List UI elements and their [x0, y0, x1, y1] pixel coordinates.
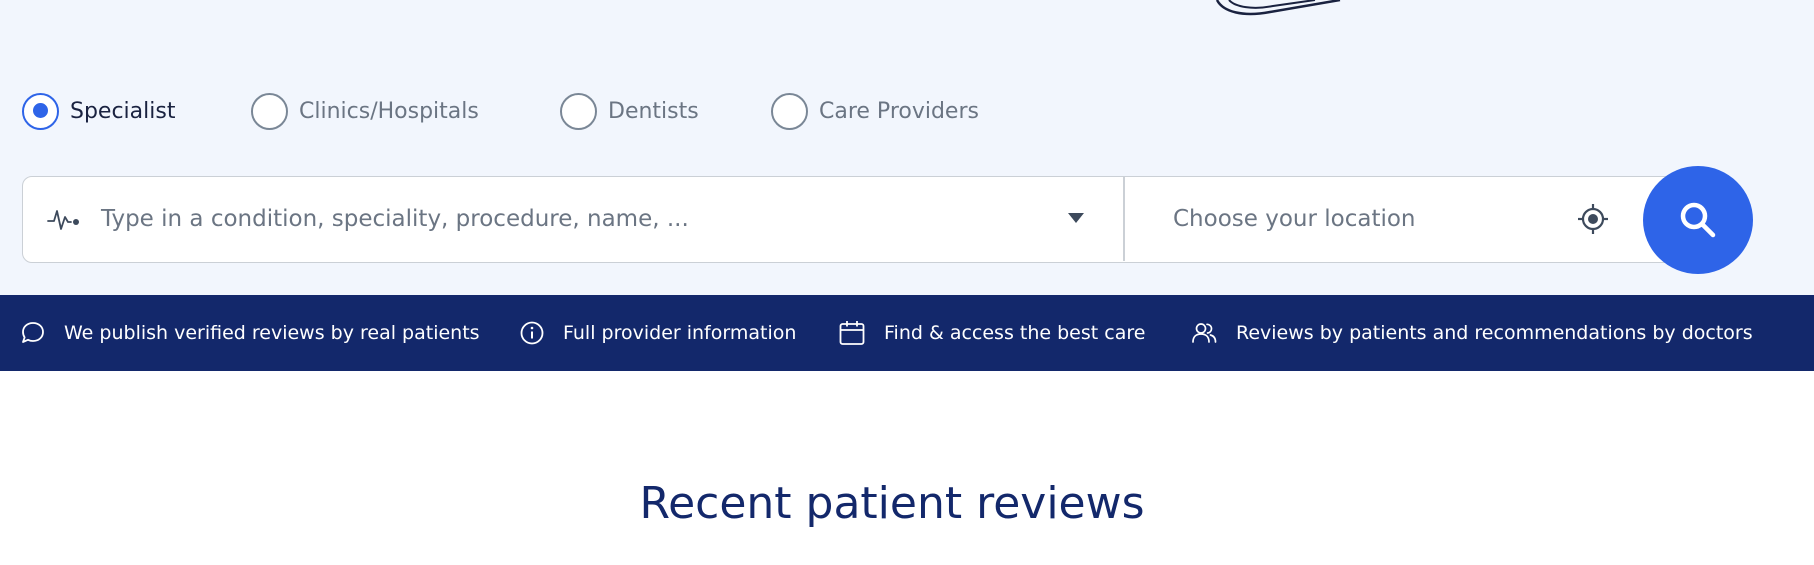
search-form: Type in a condition, speciality, procedu…: [22, 176, 1687, 263]
radio-label: Dentists: [608, 98, 699, 124]
radio-indicator[interactable]: [560, 92, 597, 130]
location-input[interactable]: Choose your location: [1125, 177, 1665, 261]
users-icon: [1192, 323, 1217, 343]
radio-care-providers[interactable]: Care Providers: [771, 91, 979, 131]
radio-indicator[interactable]: [251, 92, 288, 130]
radio-label: Specialist: [70, 98, 176, 124]
info-icon: [520, 321, 544, 345]
radio-dentists[interactable]: Dentists: [560, 91, 699, 131]
pulse-icon: [47, 210, 79, 230]
radio-clinics-hospitals[interactable]: Clinics/Hospitals: [251, 91, 479, 131]
location-placeholder: Choose your location: [1173, 206, 1416, 232]
calendar-icon: [839, 321, 865, 345]
trust-item-best-care: Find & access the best care: [838, 295, 1145, 371]
radio-indicator[interactable]: [771, 92, 808, 130]
condition-placeholder: Type in a condition, speciality, procedu…: [101, 206, 689, 232]
radio-indicator[interactable]: [22, 92, 59, 130]
search-hero: Specialist Clinics/Hospitals Dentists Ca…: [0, 0, 1814, 295]
trust-item-recommendations: Reviews by patients and recommendations …: [1190, 295, 1753, 371]
chat-bubble-icon: [22, 322, 44, 343]
radio-label: Care Providers: [819, 98, 979, 124]
illustration-fragment: [1215, 0, 1341, 16]
trust-item-verified-reviews: We publish verified reviews by real pati…: [20, 295, 480, 371]
condition-search-input[interactable]: Type in a condition, speciality, procedu…: [23, 177, 1123, 261]
search-icon: [1680, 202, 1716, 238]
radio-specialist[interactable]: Specialist: [22, 91, 175, 131]
trust-item-label: Find & access the best care: [884, 322, 1146, 344]
chevron-down-icon[interactable]: [1068, 213, 1084, 223]
trust-item-provider-info: Full provider information: [519, 295, 796, 371]
locate-me-icon[interactable]: [1578, 204, 1608, 234]
trust-item-label: We publish verified reviews by real pati…: [64, 322, 480, 344]
radio-label: Clinics/Hospitals: [299, 98, 479, 124]
trust-bar: We publish verified reviews by real pati…: [0, 295, 1814, 371]
trust-item-label: Reviews by patients and recommendations …: [1236, 322, 1753, 344]
section-title: Recent patient reviews: [639, 478, 1145, 529]
trust-item-label: Full provider information: [563, 322, 797, 344]
search-button[interactable]: [1643, 166, 1753, 274]
